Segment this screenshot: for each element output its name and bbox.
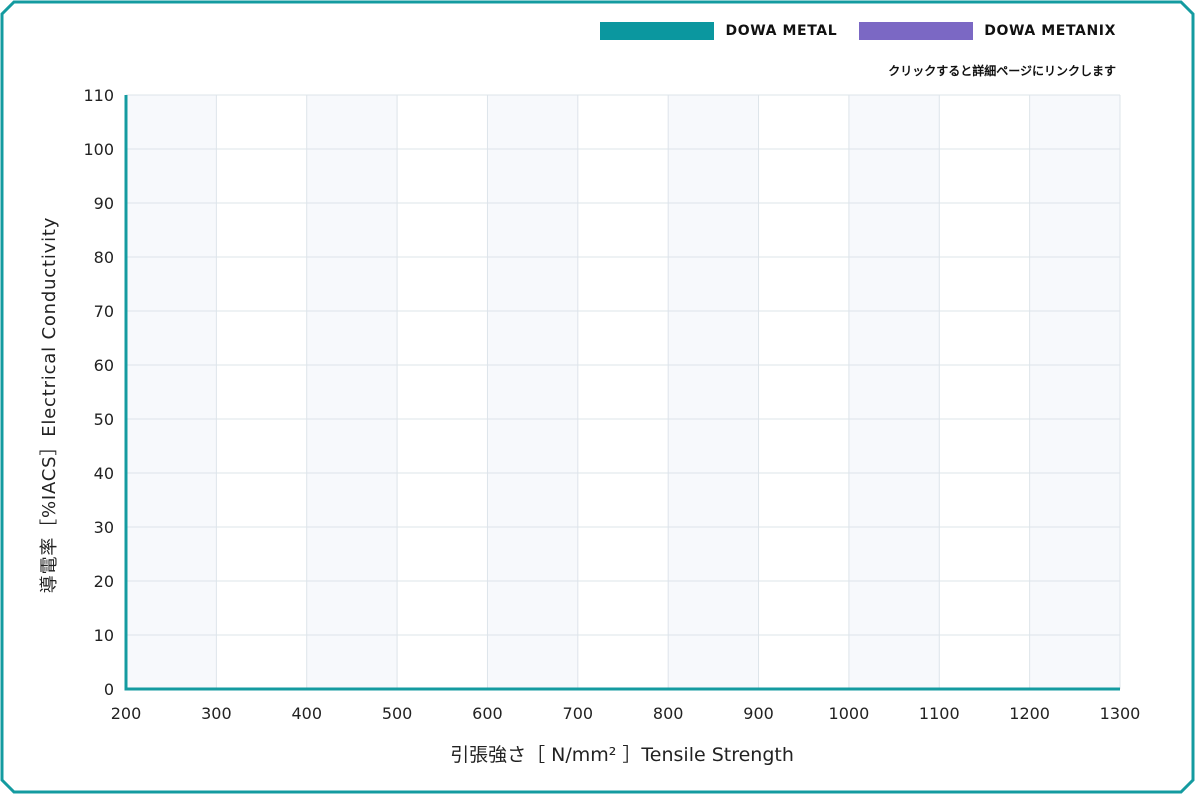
y-tick-label: 70: [94, 302, 114, 321]
y-axis-label: 導電率［%IACS］Electrical Conductivity: [39, 217, 60, 593]
x-tick-label: 400: [291, 704, 322, 723]
x-tick-label: 800: [653, 704, 684, 723]
y-tick-label: 100: [83, 140, 114, 159]
x-tick-label: 600: [472, 704, 503, 723]
grid-band: [487, 95, 578, 689]
y-tick-label: 20: [94, 572, 114, 591]
grid-band: [1029, 95, 1120, 689]
y-tick-label: 110: [83, 86, 114, 105]
grid-band: [126, 95, 217, 689]
x-tick-label: 1300: [1100, 704, 1141, 723]
y-tick-label: 30: [94, 518, 114, 537]
x-tick-label: 200: [111, 704, 142, 723]
y-tick-label: 50: [94, 410, 114, 429]
x-axis-label: 引張強さ［ N/mm² ］Tensile Strength: [450, 744, 794, 766]
x-tick-label: 500: [382, 704, 413, 723]
x-tick-label: 700: [563, 704, 594, 723]
x-tick-label: 1200: [1009, 704, 1050, 723]
x-tick-label: 900: [743, 704, 774, 723]
x-tick-label: 1000: [829, 704, 870, 723]
grid-band: [848, 95, 940, 689]
y-tick-label: 40: [94, 464, 114, 483]
x-tick-label: 300: [201, 704, 232, 723]
x-tick-label: 1100: [919, 704, 960, 723]
y-tick-label: 60: [94, 356, 114, 375]
y-tick-label: 90: [94, 194, 114, 213]
y-tick-label: 80: [94, 248, 114, 267]
y-tick-label: 0: [104, 680, 114, 699]
grid-band: [306, 95, 398, 689]
grid-band: [668, 95, 759, 689]
y-tick-label: 10: [94, 626, 114, 645]
scatter-chart: 200 300 400 500 600 700 800 900 1000 1100 1200 1300…: [39, 86, 1141, 766]
